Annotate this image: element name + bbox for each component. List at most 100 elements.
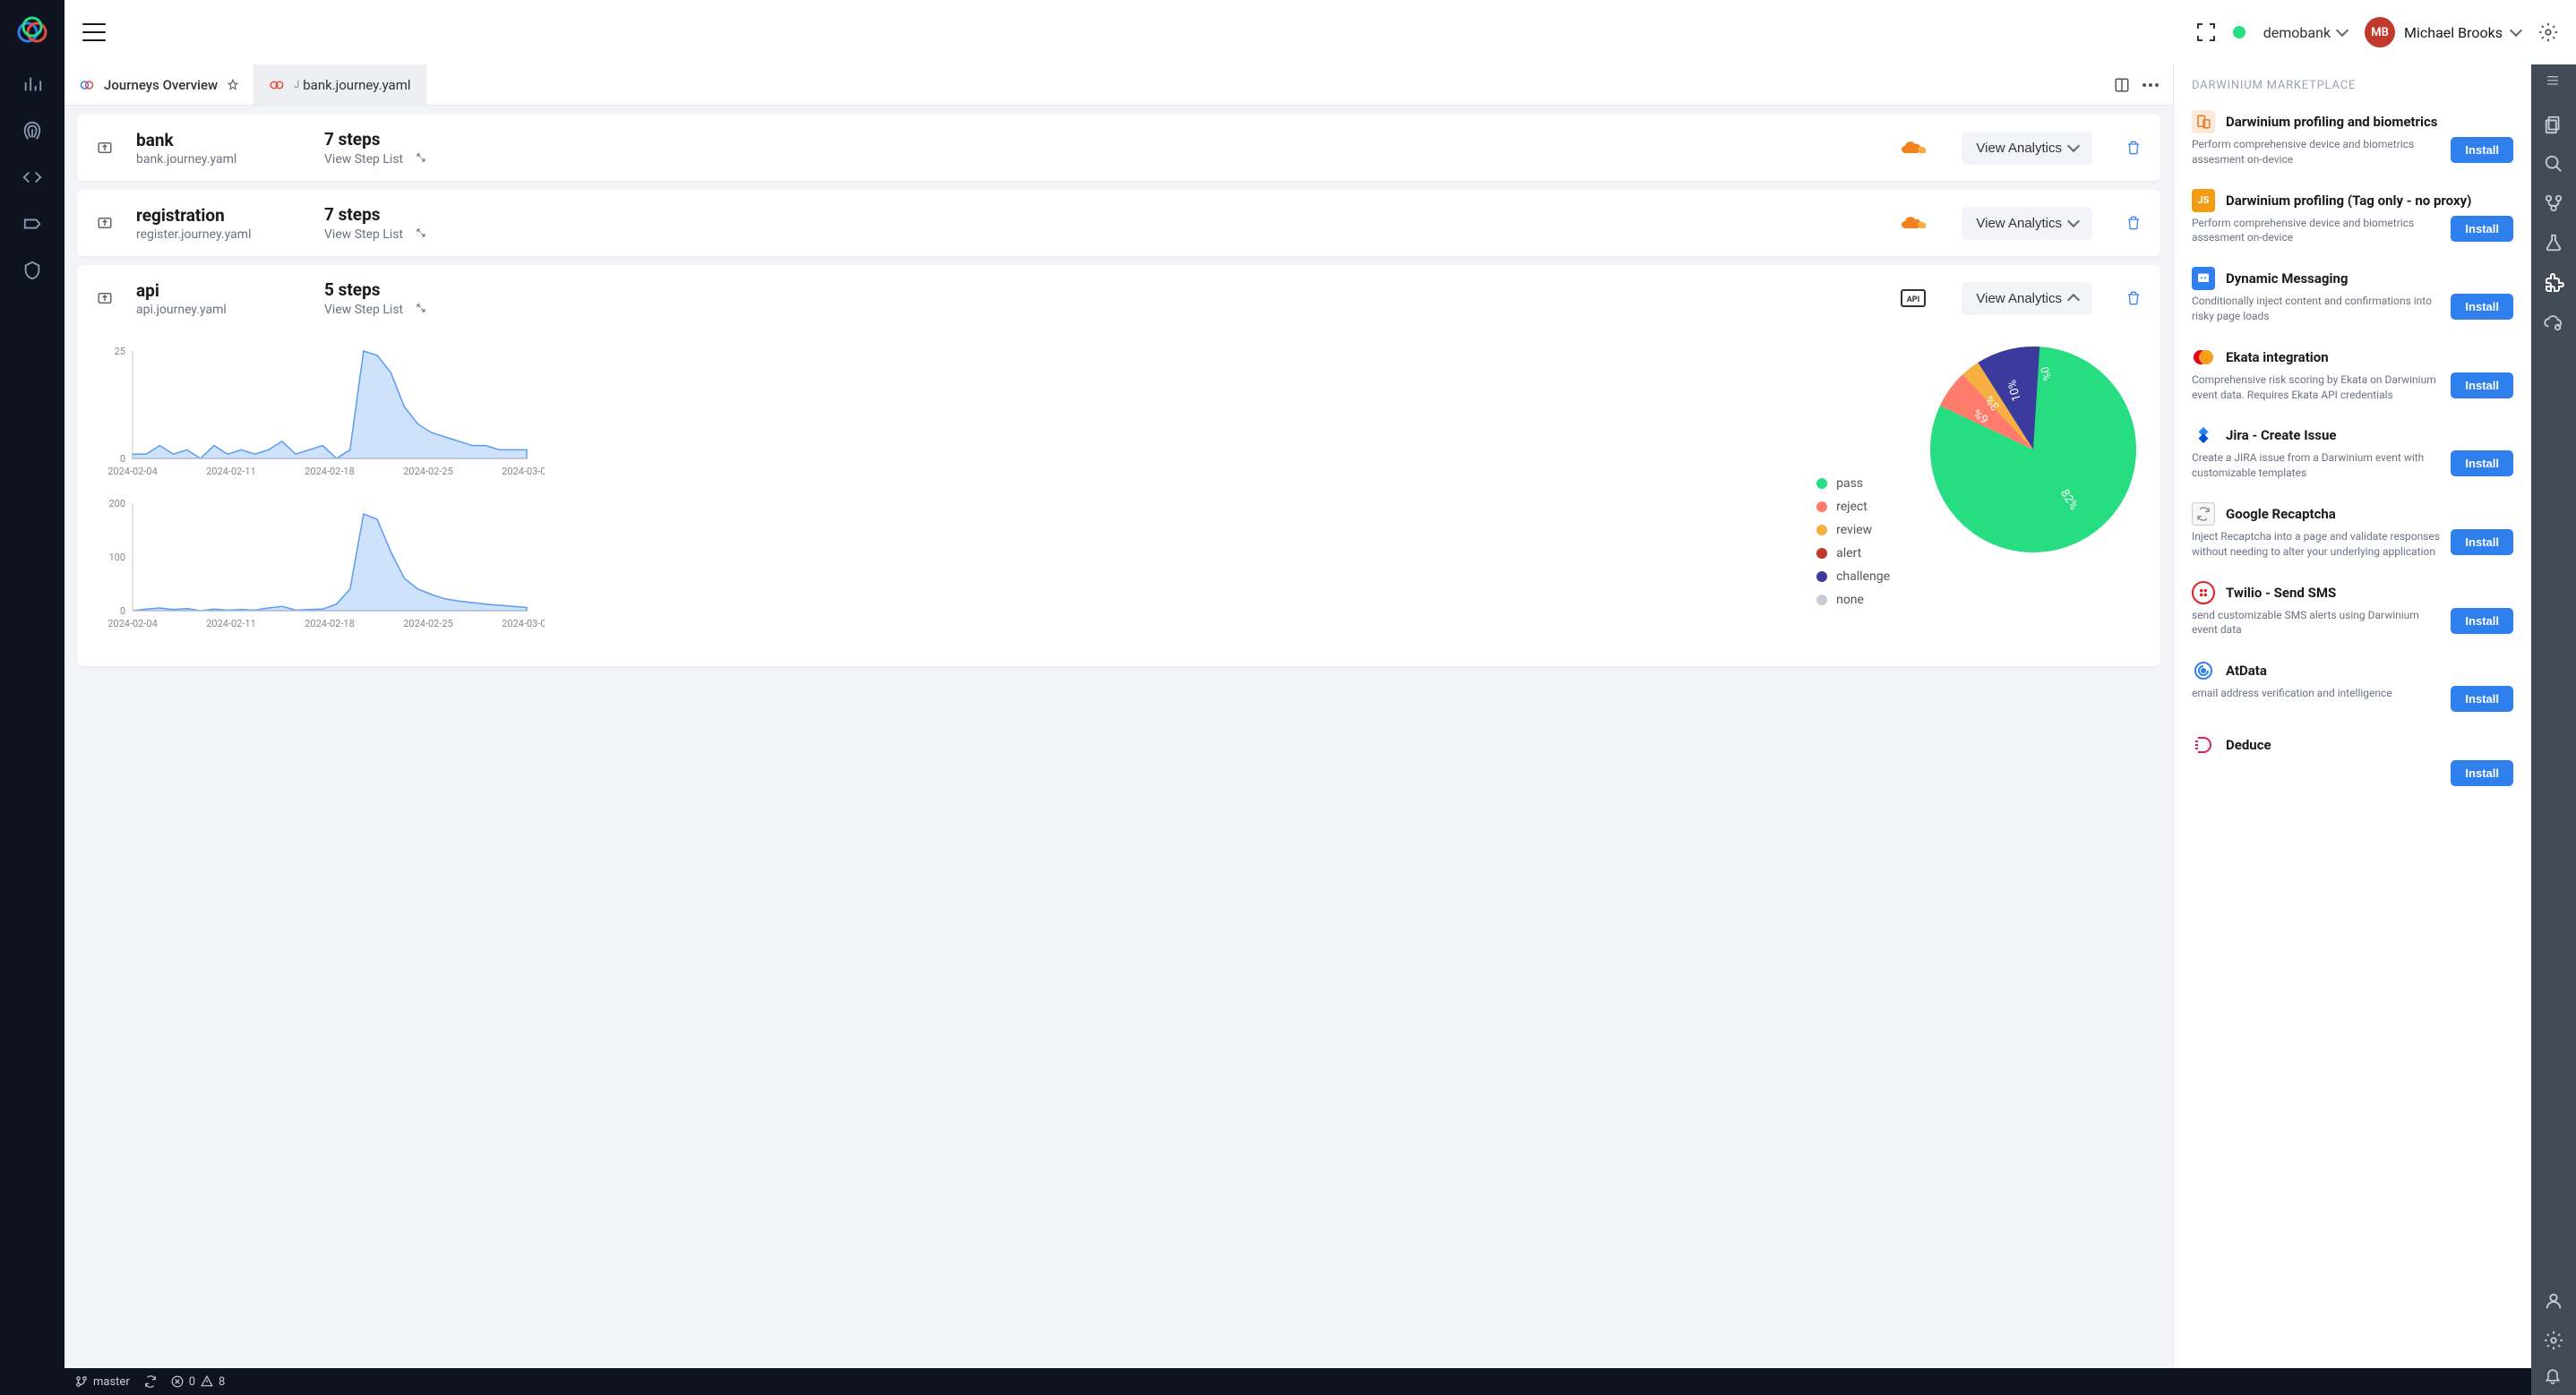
svg-text:2024-02-04: 2024-02-04 (107, 466, 158, 477)
svg-text:2024-02-18: 2024-02-18 (305, 466, 355, 477)
marketplace-item: Dynamic Messaging Conditionally inject c… (2174, 258, 2531, 337)
svg-text:2024-02-04: 2024-02-04 (107, 618, 158, 629)
file-icon (269, 77, 285, 93)
fullscreen-icon[interactable] (2197, 23, 2215, 41)
svg-text:2024-02-11: 2024-02-11 (206, 618, 256, 629)
menu-icon[interactable] (2544, 75, 2563, 95)
sync-icon (144, 1375, 157, 1388)
svg-text:2024-02-25: 2024-02-25 (403, 466, 453, 477)
marketplace-item-title: AtData (2226, 663, 2267, 679)
branch-indicator[interactable]: master (75, 1375, 130, 1389)
extensions-icon[interactable] (2544, 272, 2563, 292)
delete-button[interactable] (2126, 290, 2141, 306)
open-journey-icon[interactable] (97, 215, 118, 231)
pin-icon[interactable] (227, 79, 239, 91)
svg-text:100: 100 (108, 552, 125, 563)
tab-label: Journeys Overview (104, 77, 218, 93)
install-button[interactable]: Install (2451, 372, 2513, 398)
branch-icon[interactable] (2544, 193, 2563, 213)
hamburger-icon[interactable] (82, 23, 106, 41)
legend-item: reject (1816, 500, 1890, 514)
view-step-list[interactable]: View Step List (324, 303, 426, 317)
journey-file: api.journey.yaml (136, 303, 306, 317)
svg-text:2024-02-11: 2024-02-11 (206, 466, 256, 477)
more-icon[interactable] (2142, 83, 2159, 87)
svg-text:2024-03-03: 2024-03-03 (502, 618, 545, 629)
files-icon[interactable] (2544, 115, 2563, 134)
status-indicator (2233, 26, 2245, 39)
marketplace-item-title: Deduce (2226, 737, 2271, 753)
journey-name: api (136, 280, 306, 301)
svg-text:200: 200 (108, 498, 125, 509)
journey-steps: 5 steps (324, 279, 426, 300)
tag-icon[interactable] (21, 213, 43, 235)
install-button[interactable]: Install (2451, 529, 2513, 555)
sync-indicator[interactable] (144, 1375, 157, 1388)
install-button[interactable]: Install (2451, 608, 2513, 634)
open-journey-icon[interactable] (97, 140, 118, 156)
svg-text:2024-03-03: 2024-03-03 (502, 466, 545, 477)
install-button[interactable]: Install (2451, 450, 2513, 476)
svg-text:0: 0 (120, 453, 125, 465)
code-icon[interactable] (21, 167, 43, 188)
area-chart: 0 25 2024-02-04 2024-02-11 2024-02-18 2024-02… (97, 342, 545, 494)
marketplace-item: Twilio - Send SMS send customizable SMS … (2174, 572, 2531, 651)
analytics-icon[interactable] (21, 73, 43, 95)
tab-bank-journey[interactable]: J bank.journey.yaml (254, 64, 425, 105)
delete-button[interactable] (2126, 140, 2141, 156)
error-icon (171, 1375, 184, 1388)
view-step-list[interactable]: View Step List (324, 152, 426, 167)
journey-steps: 7 steps (324, 204, 426, 225)
svg-text:API: API (1907, 295, 1919, 304)
marketplace-item-desc: send customizable SMS alerts using Darwi… (2192, 608, 2440, 638)
cloud-settings-icon[interactable] (2544, 312, 2563, 331)
problems-indicator[interactable]: 0 8 (171, 1375, 226, 1389)
fingerprint-icon[interactable] (21, 120, 43, 141)
marketplace-panel: DARWINIUM MARKETPLACE Darwinium profilin… (2173, 64, 2531, 1395)
area-chart: 01002002024-02-042024-02-112024-02-18202… (97, 494, 545, 646)
marketplace-item-desc: email address verification and intellige… (2192, 686, 2440, 701)
search-icon[interactable] (2544, 154, 2563, 174)
install-button[interactable]: Install (2451, 294, 2513, 320)
legend-item: none (1816, 593, 1890, 607)
tab-journeys-overview[interactable]: Journeys Overview (64, 64, 254, 105)
expand-icon (416, 303, 426, 313)
marketplace-item: Deduce Install (2174, 724, 2531, 799)
branch-icon (75, 1375, 88, 1388)
journey-name: bank (136, 130, 306, 150)
marketplace-header: DARWINIUM MARKETPLACE (2174, 64, 2531, 101)
view-analytics-button[interactable]: View Analytics (1962, 207, 2092, 240)
analytics-panel: 0 25 2024-02-04 2024-02-11 2024-02-18 2024-02… (77, 331, 2160, 666)
install-button[interactable]: Install (2451, 760, 2513, 786)
shield-icon[interactable] (21, 260, 43, 281)
view-step-list[interactable]: View Step List (324, 227, 426, 242)
account-icon[interactable] (2544, 1291, 2563, 1311)
view-analytics-button[interactable]: View Analytics (1962, 282, 2092, 315)
settings-icon[interactable] (2538, 22, 2558, 42)
gear-icon[interactable] (2544, 1331, 2563, 1350)
user-menu[interactable]: MB Michael Brooks (2365, 17, 2520, 47)
marketplace-item-title: Google Recaptcha (2226, 506, 2336, 522)
flask-icon[interactable] (2544, 233, 2563, 252)
delete-button[interactable] (2126, 215, 2141, 231)
journey-steps: 7 steps (324, 129, 426, 150)
split-icon[interactable] (2114, 77, 2130, 93)
marketplace-item-title: Twilio - Send SMS (2226, 585, 2336, 601)
svg-text:25: 25 (115, 346, 125, 357)
bell-icon[interactable] (2544, 1366, 2563, 1386)
legend-item: pass (1816, 476, 1890, 491)
view-analytics-button[interactable]: View Analytics (1962, 132, 2092, 165)
statusbar: master 0 8 (64, 1368, 2531, 1395)
marketplace-item-desc: Perform comprehensive device and biometr… (2192, 216, 2440, 246)
chevron-icon (2067, 294, 2080, 306)
install-button[interactable]: Install (2451, 137, 2513, 163)
org-selector[interactable]: demobank (2263, 24, 2347, 41)
tabs-bar: Journeys Overview J bank.journey.yaml (64, 64, 2173, 106)
install-button[interactable]: Install (2451, 216, 2513, 242)
chevron-down-icon (2510, 24, 2522, 37)
journey-file: bank.journey.yaml (136, 152, 306, 167)
install-button[interactable]: Install (2451, 686, 2513, 712)
cloudflare-icon (1901, 139, 1926, 157)
open-journey-icon[interactable] (97, 290, 118, 306)
pie-chart: 82%6%3%10%0% (1926, 342, 2141, 557)
